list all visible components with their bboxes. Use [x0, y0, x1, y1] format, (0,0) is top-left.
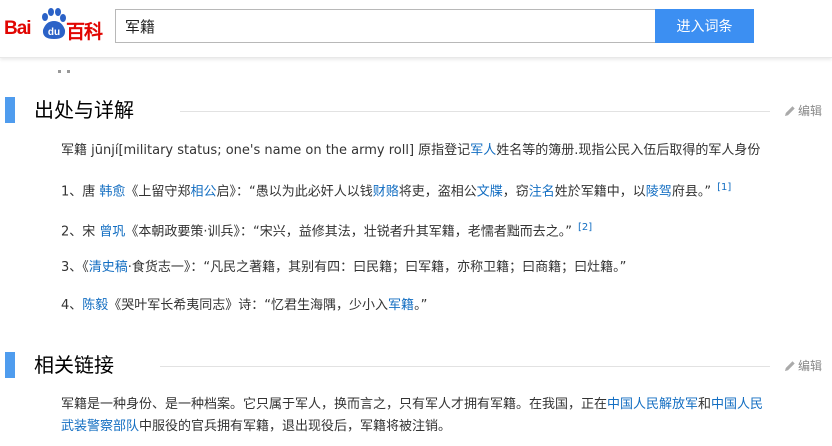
- section-heading-related: 相关链接 编辑: [0, 352, 832, 382]
- item-text: 《上留守郑: [125, 184, 191, 200]
- item-text: ·食货志一》：“凡民之著籍，其别有四：曰民籍；曰军籍，亦称卫籍；曰商籍；曰灶籍。…: [127, 260, 627, 275]
- item-text: 将吏，盗相公: [398, 184, 477, 200]
- related-line-1: 军籍是一种身份、是一种档案。它只属于军人，换而言之，只有军人才拥有军籍。在我国，…: [61, 395, 763, 415]
- item-text: 《本朝政要策·训兵》：“宋兴，益修其法，壮锐者升其军籍，老懦者黜而去之。”: [125, 224, 573, 240]
- item-text: ，窃: [502, 184, 529, 200]
- link-peoples-armed-police[interactable]: 中国人民: [711, 397, 763, 412]
- definition-text: 军籍 jūnjí[military status; one's name on …: [61, 143, 471, 158]
- link-qingshigao[interactable]: 清史稿: [89, 260, 128, 275]
- item-text: 姓於军籍中，以: [554, 184, 646, 200]
- section-heading-origin: 出处与详解 编辑: [0, 97, 832, 127]
- link-armed-police-force[interactable]: 武装警察部队: [61, 419, 139, 434]
- link-lingjia[interactable]: 陵驾: [646, 184, 672, 199]
- paw-icon: du: [42, 8, 66, 39]
- edit-label: 编辑: [798, 104, 823, 118]
- reference-1-link[interactable]: [1]: [717, 182, 731, 193]
- link-pla[interactable]: 中国人民解放军: [607, 397, 698, 412]
- link-zhuming[interactable]: 注名: [529, 184, 555, 199]
- definition-rest: 姓名等的簿册.现指公民入伍后取得的军人身份: [496, 143, 761, 158]
- citation-item-3: 3、《清史稿·食货志一》：“凡民之著籍，其别有四：曰民籍；曰军籍，亦称卫籍；曰商…: [61, 258, 626, 278]
- citation-item-4: 4、陈毅《哭叶军长希夷同志》诗：“忆君生海隅，少小入军籍。”: [61, 296, 427, 316]
- link-chenyi[interactable]: 陈毅: [82, 298, 108, 313]
- related-text: 和: [698, 397, 712, 412]
- link-zenggong[interactable]: 曾巩: [99, 224, 125, 239]
- related-line-2: 武装警察部队中服役的官兵拥有军籍，退出现役后，军籍将被注销。: [61, 417, 451, 437]
- edit-label: 编辑: [798, 359, 823, 373]
- item-text: 启》：“愚以为此必奸人以钱: [216, 184, 373, 200]
- enter-entry-button[interactable]: 进入词条: [655, 9, 754, 43]
- related-text: 军籍是一种身份、是一种档案。它只属于军人，换而言之，只有军人才拥有军籍。在我国，…: [61, 397, 608, 412]
- pencil-icon: [785, 105, 795, 116]
- section-accent-bar: [5, 97, 15, 123]
- reference-2-link[interactable]: [2]: [578, 222, 592, 233]
- related-text: 中服役的官兵拥有军籍，退出现役后，军籍将被注销。: [139, 419, 452, 434]
- citation-item-1: 1、唐 韩愈《上留守郑相公启》：“愚以为此必奸人以钱财赂将吏，盗相公文牒，窃注名…: [61, 178, 731, 202]
- edit-button[interactable]: 编辑: [784, 102, 822, 119]
- link-wendie[interactable]: 文牒: [477, 184, 503, 199]
- item-text: 《哭叶军长希夷同志》诗：“忆君生海隅，少小入: [108, 298, 389, 313]
- top-header: Bai du 百科 进入词条: [0, 0, 832, 58]
- section-accent-bar: [5, 352, 15, 378]
- item-text: 府县。”: [671, 184, 712, 200]
- item-prefix: 4、: [61, 298, 83, 313]
- section-title: 相关链接: [34, 353, 114, 377]
- link-hanyu[interactable]: 韩愈: [99, 184, 125, 199]
- logo-baike-text: 百科: [66, 21, 103, 43]
- link-xianggong[interactable]: 相公: [190, 184, 216, 199]
- section-divider: [180, 111, 770, 112]
- citation-item-2: 2、宋 曾巩《本朝政要策·训兵》：“宋兴，益修其法，壮锐者升其军籍，老懦者黜而去…: [61, 218, 592, 242]
- search-input[interactable]: [115, 9, 655, 43]
- baidu-baike-logo[interactable]: Bai du 百科: [4, 8, 108, 48]
- link-junren[interactable]: 军人: [470, 143, 496, 158]
- link-junji[interactable]: 军籍: [388, 298, 414, 313]
- logo-bai-text: Bai: [4, 18, 32, 39]
- logo-du-text: du: [48, 27, 60, 38]
- edit-button[interactable]: 编辑: [784, 357, 822, 374]
- item-prefix: 3、《: [61, 260, 89, 275]
- pencil-icon: [785, 360, 795, 371]
- scroll-remnant: [58, 58, 88, 73]
- item-text: 。”: [414, 298, 428, 313]
- link-cailu[interactable]: 财赂: [373, 184, 399, 199]
- section-divider: [160, 366, 770, 367]
- section-title: 出处与详解: [34, 98, 134, 122]
- item-prefix: 1、唐: [61, 184, 100, 200]
- item-prefix: 2、宋: [61, 224, 100, 240]
- definition-line: 军籍 jūnjí[military status; one's name on …: [61, 141, 760, 161]
